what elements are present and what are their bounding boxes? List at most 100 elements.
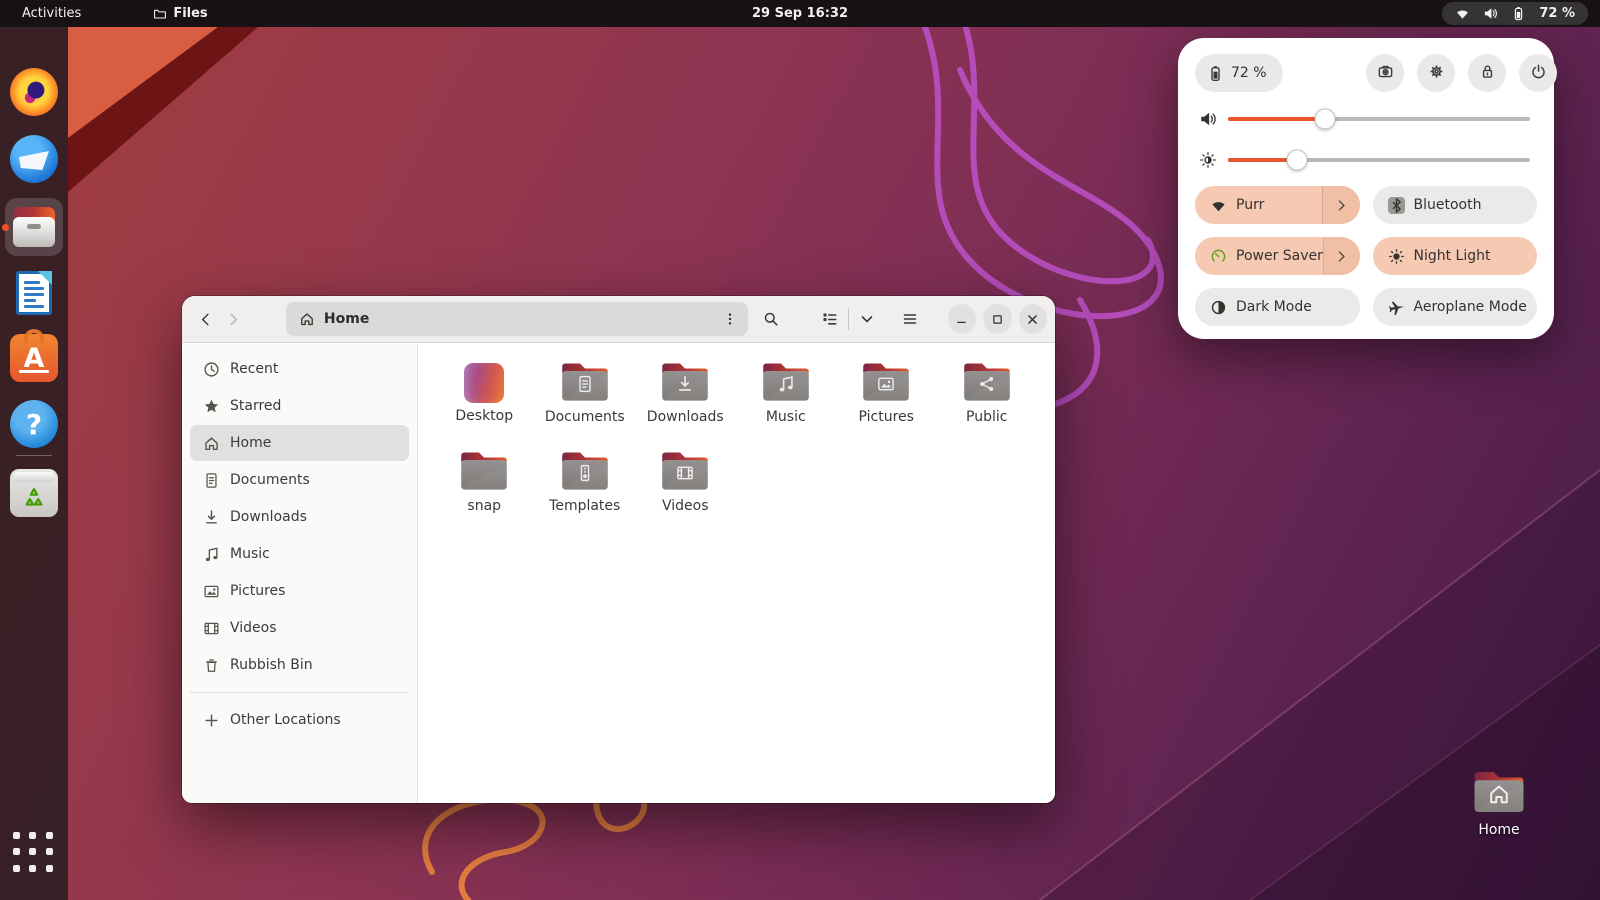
file-item-public[interactable]: Public	[937, 360, 1038, 449]
sidebar-item-label: Rubbish Bin	[230, 657, 313, 673]
folder-icon	[658, 449, 712, 493]
file-view[interactable]: Desktop Documents Downloads MusicPicturesPu…	[419, 344, 1055, 803]
sidebar-item-music[interactable]: Music	[190, 536, 409, 572]
close-button[interactable]	[1019, 304, 1047, 334]
hamburger-menu-button[interactable]	[895, 303, 925, 335]
folder-icon	[457, 449, 511, 493]
file-item-desktop[interactable]: Desktop	[434, 360, 535, 449]
activities-button[interactable]: Activities	[12, 3, 91, 24]
toggle-label: Night Light	[1414, 248, 1491, 264]
file-item-downloads[interactable]: Downloads	[635, 360, 736, 449]
maximize-button[interactable]	[983, 304, 1011, 334]
trash-icon	[203, 657, 220, 674]
toggle-expand-arrow[interactable]	[1322, 186, 1360, 224]
dock-item-firefox[interactable]	[10, 68, 58, 116]
sidebar-item-rubbish-bin[interactable]: Rubbish Bin	[190, 647, 409, 683]
sidebar-item-documents[interactable]: Documents	[190, 462, 409, 498]
file-item-videos[interactable]: Videos	[635, 449, 736, 538]
toggle-label: Bluetooth	[1414, 197, 1482, 213]
file-label: Templates	[549, 498, 620, 514]
sidebar-item-label: Home	[230, 435, 271, 451]
sidebar-item-downloads[interactable]: Downloads	[190, 499, 409, 535]
desktop-home-folder[interactable]: Home	[1462, 768, 1536, 860]
home-icon	[203, 435, 220, 452]
speaker-icon	[1483, 6, 1498, 21]
dock-item-ubuntu-software[interactable]: A	[10, 334, 58, 382]
power-saver-icon	[1210, 248, 1227, 265]
brightness-slider-knob[interactable]	[1287, 150, 1308, 171]
bluetooth-icon	[1388, 197, 1405, 214]
volume-slider-knob[interactable]	[1314, 109, 1335, 130]
minimize-button[interactable]	[948, 304, 976, 334]
volume-slider[interactable]	[1228, 117, 1530, 121]
toggle-label: Purr	[1236, 197, 1264, 213]
film-icon	[203, 620, 220, 637]
file-item-music[interactable]: Music	[736, 360, 837, 449]
folder-icon	[960, 360, 1014, 404]
dock-item-libreoffice-writer[interactable]	[10, 269, 58, 317]
desktop-home-label: Home	[1478, 822, 1519, 838]
toggle-expand-arrow[interactable]	[1323, 237, 1360, 275]
toggle-power-saver[interactable]: Power Saver	[1195, 237, 1360, 275]
dock-item-files[interactable]	[10, 203, 58, 251]
document-icon	[203, 472, 220, 489]
battery-pill-button[interactable]: 72 %	[1195, 54, 1283, 92]
toggle-purr[interactable]: Purr	[1195, 186, 1360, 224]
app-menu-button[interactable]: Files	[143, 3, 217, 24]
system-tray-button[interactable]: 72 %	[1442, 2, 1588, 25]
folder-icon	[558, 360, 612, 404]
file-label: Documents	[545, 409, 625, 425]
file-item-pictures[interactable]: Pictures	[836, 360, 937, 449]
dark-mode-icon	[1210, 299, 1227, 316]
running-indicator-dot	[2, 224, 9, 231]
folder-icon	[759, 360, 813, 404]
toggle-bluetooth[interactable]: Bluetooth	[1373, 186, 1538, 224]
settings-button[interactable]	[1417, 54, 1455, 92]
screenshot-button[interactable]	[1366, 54, 1404, 92]
sidebar-item-recent[interactable]: Recent	[190, 351, 409, 387]
file-item-documents[interactable]: Documents	[535, 360, 636, 449]
forward-button[interactable]	[219, 304, 247, 334]
search-button[interactable]	[756, 303, 786, 335]
brightness-slider[interactable]	[1228, 158, 1530, 162]
view-options-button[interactable]	[851, 303, 883, 335]
back-button[interactable]	[191, 304, 219, 334]
sidebar-item-starred[interactable]: Starred	[190, 388, 409, 424]
sidebar-item-home[interactable]: Home	[190, 425, 409, 461]
sidebar-item-pictures[interactable]: Pictures	[190, 573, 409, 609]
sidebar-item-label: Other Locations	[230, 712, 341, 728]
file-item-snap[interactable]: snap	[434, 449, 535, 538]
volume-slider-row	[1178, 108, 1554, 130]
battery-icon	[1511, 6, 1526, 21]
battery-icon	[1207, 65, 1224, 82]
lock-button[interactable]	[1468, 54, 1506, 92]
folder-outline-icon	[153, 7, 167, 21]
file-item-templates[interactable]: Templates	[535, 449, 636, 538]
dock-item-thunderbird[interactable]	[10, 135, 58, 183]
file-grid: Desktop Documents Downloads MusicPicturesPu…	[434, 360, 1044, 538]
show-applications-button[interactable]	[13, 832, 55, 874]
sidebar-item-label: Videos	[230, 620, 277, 636]
dock-item-rubbish-bin[interactable]	[10, 469, 58, 517]
list-view-button[interactable]	[814, 303, 846, 335]
power-button[interactable]	[1519, 54, 1557, 92]
share-icon	[977, 374, 996, 393]
path-bar[interactable]: Home	[286, 302, 748, 336]
desktop: Activities Files 29 Sep 16:32 72 % A? Ho…	[0, 0, 1600, 900]
toggle-aeroplane-mode[interactable]: Aeroplane Mode	[1373, 288, 1538, 326]
dock-item-help[interactable]: ?	[10, 400, 58, 448]
document-icon	[575, 374, 594, 393]
sidebar: Recent Starred Home DocumentsDownloadsMusic…	[182, 344, 418, 803]
picture-icon	[877, 374, 896, 393]
top-bar: Activities Files 29 Sep 16:32 72 %	[0, 0, 1600, 27]
path-menu-button[interactable]	[716, 305, 744, 333]
sidebar-item-other-locations[interactable]: Other Locations	[190, 702, 409, 738]
folder-icon	[859, 360, 913, 404]
sidebar-item-label: Recent	[230, 361, 278, 377]
file-label: Downloads	[647, 409, 724, 425]
sidebar-item-videos[interactable]: Videos	[190, 610, 409, 646]
toggle-dark-mode[interactable]: Dark Mode	[1195, 288, 1360, 326]
clock-button[interactable]: 29 Sep 16:32	[740, 4, 860, 23]
folder-icon	[558, 449, 612, 493]
toggle-night-light[interactable]: Night Light	[1373, 237, 1538, 275]
